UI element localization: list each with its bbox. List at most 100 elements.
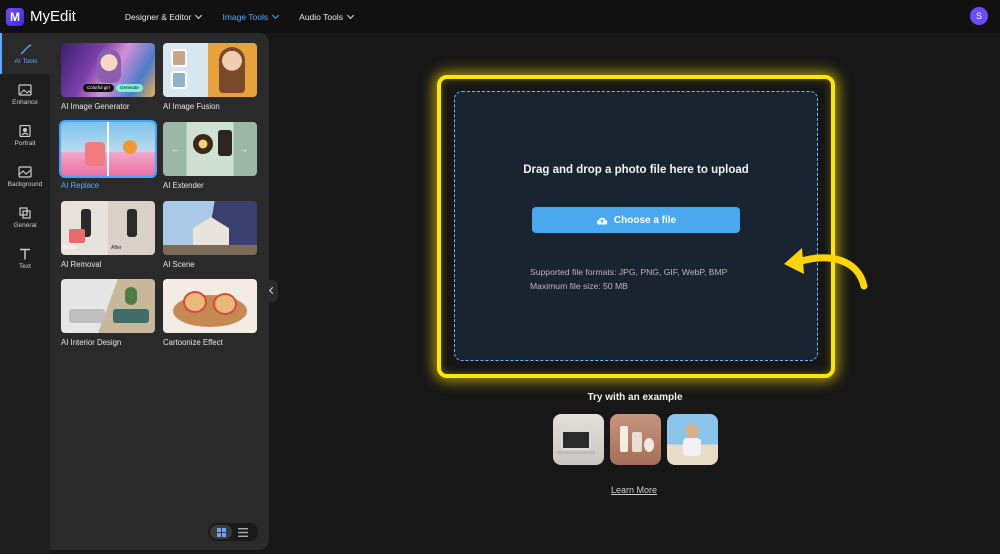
nav-audio-tools[interactable]: Audio Tools <box>299 11 354 22</box>
tool-thumbnail <box>163 201 257 255</box>
rail-item-enhance[interactable]: Enhance <box>0 74 50 115</box>
tool-thumbnail <box>59 120 157 178</box>
crop-icon <box>19 206 31 219</box>
nav-label: Audio Tools <box>299 11 343 22</box>
main-nav: Designer & Editor Image Tools Audio Tool… <box>124 11 374 22</box>
example-cosmetics[interactable] <box>610 414 661 465</box>
brand-name: MyEdit <box>30 8 76 25</box>
image-enhance-icon <box>18 83 32 96</box>
photo-icon <box>171 71 187 89</box>
house-illustration <box>193 217 229 245</box>
arrow-right-icon: → <box>239 144 248 154</box>
tool-ai-image-fusion[interactable]: AI Image Fusion <box>163 43 257 111</box>
person-body-illustration <box>683 438 701 456</box>
grid-view-button[interactable] <box>210 525 232 539</box>
rail-label: Portrait <box>14 139 36 147</box>
nav-label: Image Tools <box>222 11 269 22</box>
list-view-button[interactable] <box>232 525 254 539</box>
nav-designer-editor[interactable]: Designer & Editor <box>124 11 203 22</box>
choose-file-button[interactable]: Choose a file <box>532 207 740 233</box>
example-beach[interactable] <box>667 414 718 465</box>
chevron-down-icon <box>346 11 354 19</box>
tool-thumbnail: Colorful girl Generate <box>61 43 155 97</box>
nav-label: Designer & Editor <box>124 11 192 22</box>
example-laptop[interactable] <box>553 414 604 465</box>
tool-ai-replace[interactable]: AI Replace <box>59 120 157 190</box>
tool-label: AI Removal <box>61 260 102 269</box>
bottle-illustration <box>85 142 105 166</box>
learn-more-link[interactable]: Learn More <box>611 485 657 495</box>
bottle-illustration <box>632 432 642 452</box>
portrait-icon <box>19 124 31 137</box>
after-label: After <box>111 245 122 251</box>
rail-item-ai-tools[interactable]: AI Tools <box>0 33 50 74</box>
avatar[interactable]: S <box>970 7 988 25</box>
view-toggle <box>208 523 258 541</box>
photo-icon <box>171 49 187 67</box>
bottle-illustration <box>218 130 232 156</box>
rail-label: Text <box>19 262 31 270</box>
rail-label: AI Tools <box>14 57 38 65</box>
magic-wand-icon <box>20 43 32 54</box>
cloud-upload-icon <box>596 217 608 225</box>
tool-thumbnail <box>61 279 155 333</box>
tool-label: Cartoonize Effect <box>163 338 223 347</box>
example-list <box>553 414 724 465</box>
bottle-illustration <box>620 426 628 452</box>
tool-thumbnail <box>163 279 257 333</box>
rail-label: Enhance <box>12 98 38 106</box>
annotation-arrow-icon <box>784 248 868 290</box>
tool-ai-scene[interactable]: AI Scene <box>163 201 257 269</box>
logo[interactable]: M MyEdit <box>6 7 76 26</box>
tool-label: AI Replace <box>61 181 100 190</box>
generate-badge: Generate <box>116 84 143 92</box>
collapse-panel-button[interactable] <box>268 280 278 302</box>
max-file-size: Maximum file size: 50 MB <box>530 281 628 291</box>
myedit-logo-icon: M <box>6 7 24 26</box>
rail-item-general[interactable]: General <box>0 197 50 238</box>
background-icon <box>18 165 32 178</box>
tool-ai-extender[interactable]: ← → AI Extender <box>163 122 257 190</box>
pastry-illustration <box>183 291 207 313</box>
rail-item-portrait[interactable]: Portrait <box>0 115 50 156</box>
text-icon <box>20 248 30 259</box>
before-label: Before <box>63 245 78 251</box>
grid-icon <box>216 527 226 537</box>
laptop-base-illustration <box>557 451 595 454</box>
tool-cartoonize-effect[interactable]: Cartoonize Effect <box>163 279 257 347</box>
rail-label: Background <box>7 180 43 188</box>
upload-dropzone[interactable]: Drag and drop a photo file here to uploa… <box>454 91 818 361</box>
jar-illustration <box>644 438 654 452</box>
rail-label: General <box>13 221 37 229</box>
supported-formats: Supported file formats: JPG, PNG, GIF, W… <box>530 267 728 277</box>
tool-thumbnail: ← → <box>163 122 257 176</box>
prompt-badge: Colorful girl <box>83 84 114 92</box>
plant-illustration <box>125 287 137 305</box>
sofa-illustration <box>113 309 149 323</box>
tool-thumbnail: Before After <box>61 201 155 255</box>
sofa-illustration <box>69 309 105 323</box>
chevron-down-icon <box>195 11 203 19</box>
tool-ai-removal[interactable]: Before After AI Removal <box>61 201 155 269</box>
flower-illustration <box>123 140 137 154</box>
list-icon <box>238 527 248 537</box>
examples-title: Try with an example <box>587 392 683 403</box>
ground-illustration <box>163 245 257 255</box>
tool-ai-interior-design[interactable]: AI Interior Design <box>61 279 155 347</box>
upload-title: Drag and drop a photo file here to uploa… <box>523 164 749 176</box>
rail-item-text[interactable]: Text <box>0 238 50 279</box>
tool-ai-image-generator[interactable]: Colorful girl Generate AI Image Generato… <box>61 43 155 111</box>
compare-divider <box>107 122 109 176</box>
pastry-illustration <box>213 293 237 315</box>
bottle-illustration <box>127 209 137 237</box>
tool-label: AI Image Generator <box>61 102 130 111</box>
nav-image-tools[interactable]: Image Tools <box>222 11 280 22</box>
tool-label: AI Interior Design <box>61 338 122 347</box>
category-rail: AI Tools Enhance Portrait Background Gen… <box>0 33 50 554</box>
person-illustration <box>685 424 699 438</box>
tool-panel: Colorful girl Generate AI Image Generato… <box>50 33 269 550</box>
rail-item-background[interactable]: Background <box>0 156 50 197</box>
choose-file-label: Choose a file <box>613 214 677 226</box>
tool-label: AI Image Fusion <box>163 102 220 111</box>
tool-thumbnail <box>163 43 257 97</box>
